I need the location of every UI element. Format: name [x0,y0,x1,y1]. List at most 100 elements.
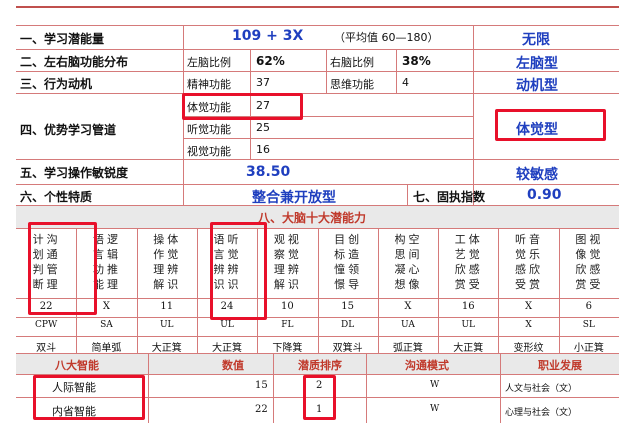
ability-char: 空 [408,233,420,246]
stubbornness-label: 七、固执指数 [413,190,486,204]
visual-value: 16 [256,143,270,156]
ability-char: 思 [394,248,406,261]
ability-char: 赏 [575,278,587,291]
ability-char: 构 [394,233,406,246]
ability-char: 造 [348,248,360,261]
ability-char: 辑 [106,248,118,261]
ability-char: 创 [348,233,360,246]
ability-code: X [525,320,532,330]
ability-char: 解 [273,278,285,291]
ability-char: 赏 [529,278,541,291]
ability-char: 受 [468,278,480,291]
thinking-label: 思维功能 [330,78,374,91]
highlight-kinesthetic [182,93,303,120]
ability-code: SA [100,320,113,330]
sensitivity-value: 38.50 [246,164,291,180]
row1-label: 一、学习潜能量 [20,32,105,46]
ability-score: X [524,301,533,312]
ability-code: UL [159,320,174,330]
highlight-language-column [210,222,267,320]
ability-pattern: 大正箕 [151,343,182,354]
ability-char: 感 [589,263,601,276]
row3-label: 三、行为动机 [20,77,93,91]
ability-char: 乐 [529,248,541,261]
ability-char: 音 [529,233,541,246]
right-brain-label: 右脑比例 [330,56,374,69]
table-top-border [16,6,619,8]
auditory-value: 25 [256,121,270,134]
ability-char: 导 [348,278,360,291]
section8-title: 八、大脑十大潜能力 [258,211,367,225]
personality-value: 整合兼开放型 [252,190,336,206]
thinking-value: 4 [402,76,409,89]
ability-code: DL [341,320,355,330]
left-brain-label: 左脑比例 [187,56,231,69]
highlight-rank-values [303,375,336,420]
ability-pattern: 变形纹 [513,343,544,354]
header-rank: 潜质排序 [298,359,342,372]
ability-char: 感 [515,263,527,276]
ability-char: 想 [394,278,406,291]
ability-char: 辨 [287,263,299,276]
ability-score: 11 [160,301,174,312]
row6-label: 六、个性特质 [20,190,93,204]
ability-pattern: 下降箕 [272,343,303,354]
ability-char: 觉 [287,248,299,261]
ability-char: 受 [515,278,527,291]
ability-char: 心 [408,263,420,276]
average-note: （平均值 60—180） [334,31,439,44]
ability-char: 图 [575,233,587,246]
ability-char: 识 [287,278,299,291]
stubbornness-value: 0.90 [527,187,562,203]
ability-char: 逻 [106,233,118,246]
ability-char: 艺 [454,248,466,261]
ability-code: FL [281,320,294,330]
ability-char: 听 [515,233,527,246]
ability-char: 理 [106,278,118,291]
sensitivity-result: 较敏感 [516,167,558,183]
ability-char: 作 [153,248,165,261]
ability-code: UL [220,320,234,330]
ability-code: UL [461,320,476,330]
ability-char: 觉 [515,248,527,261]
ability-char: 欣 [454,263,466,276]
ability-char: 辨 [167,263,179,276]
visual-label: 视觉功能 [187,145,231,158]
intelligence-mode-2: W [430,404,440,414]
intelligence-value-2: 22 [255,404,268,415]
left-brain-value: 62% [256,54,285,68]
ability-pattern: 大正箕 [212,343,243,354]
ability-pattern: 小正箕 [573,343,604,354]
ability-char: 受 [589,278,601,291]
highlight-kinesthetic-type [495,109,606,141]
ability-char: 体 [167,233,179,246]
ability-char: 推 [106,263,118,276]
ability-char: 察 [273,248,285,261]
potential-result: 无限 [522,32,550,48]
ability-char: 理 [273,263,285,276]
ability-char: 欣 [529,263,541,276]
brain-type-result: 左脑型 [516,56,558,72]
ability-pattern: 双斗 [36,343,57,354]
spirit-value: 37 [256,76,270,89]
ability-char: 解 [153,278,165,291]
intelligence-career-2: 心理与社会（文） [505,408,578,418]
potential-value: 109 + 3X [232,28,304,44]
ability-pattern: 双箕斗 [332,343,363,354]
ability-char: 观 [273,233,285,246]
ability-pattern: 简单弧 [91,343,122,354]
header-career: 职业发展 [538,359,582,372]
ability-char: 像 [575,248,587,261]
ability-char: 像 [408,278,420,291]
right-brain-value: 38% [402,54,431,68]
ability-score: X [404,301,412,312]
intelligence-mode-1: W [430,380,440,390]
ability-code: SL [582,320,595,330]
ability-char: 觉 [589,248,601,261]
ability-score: 15 [341,301,354,312]
ability-char: 识 [167,278,179,291]
section8-header: 八、大脑十大潜能力 [16,206,619,228]
ability-char: 目 [334,233,346,246]
ability-pattern: 弧正箕 [392,343,423,354]
ability-char: 憬 [334,278,346,291]
